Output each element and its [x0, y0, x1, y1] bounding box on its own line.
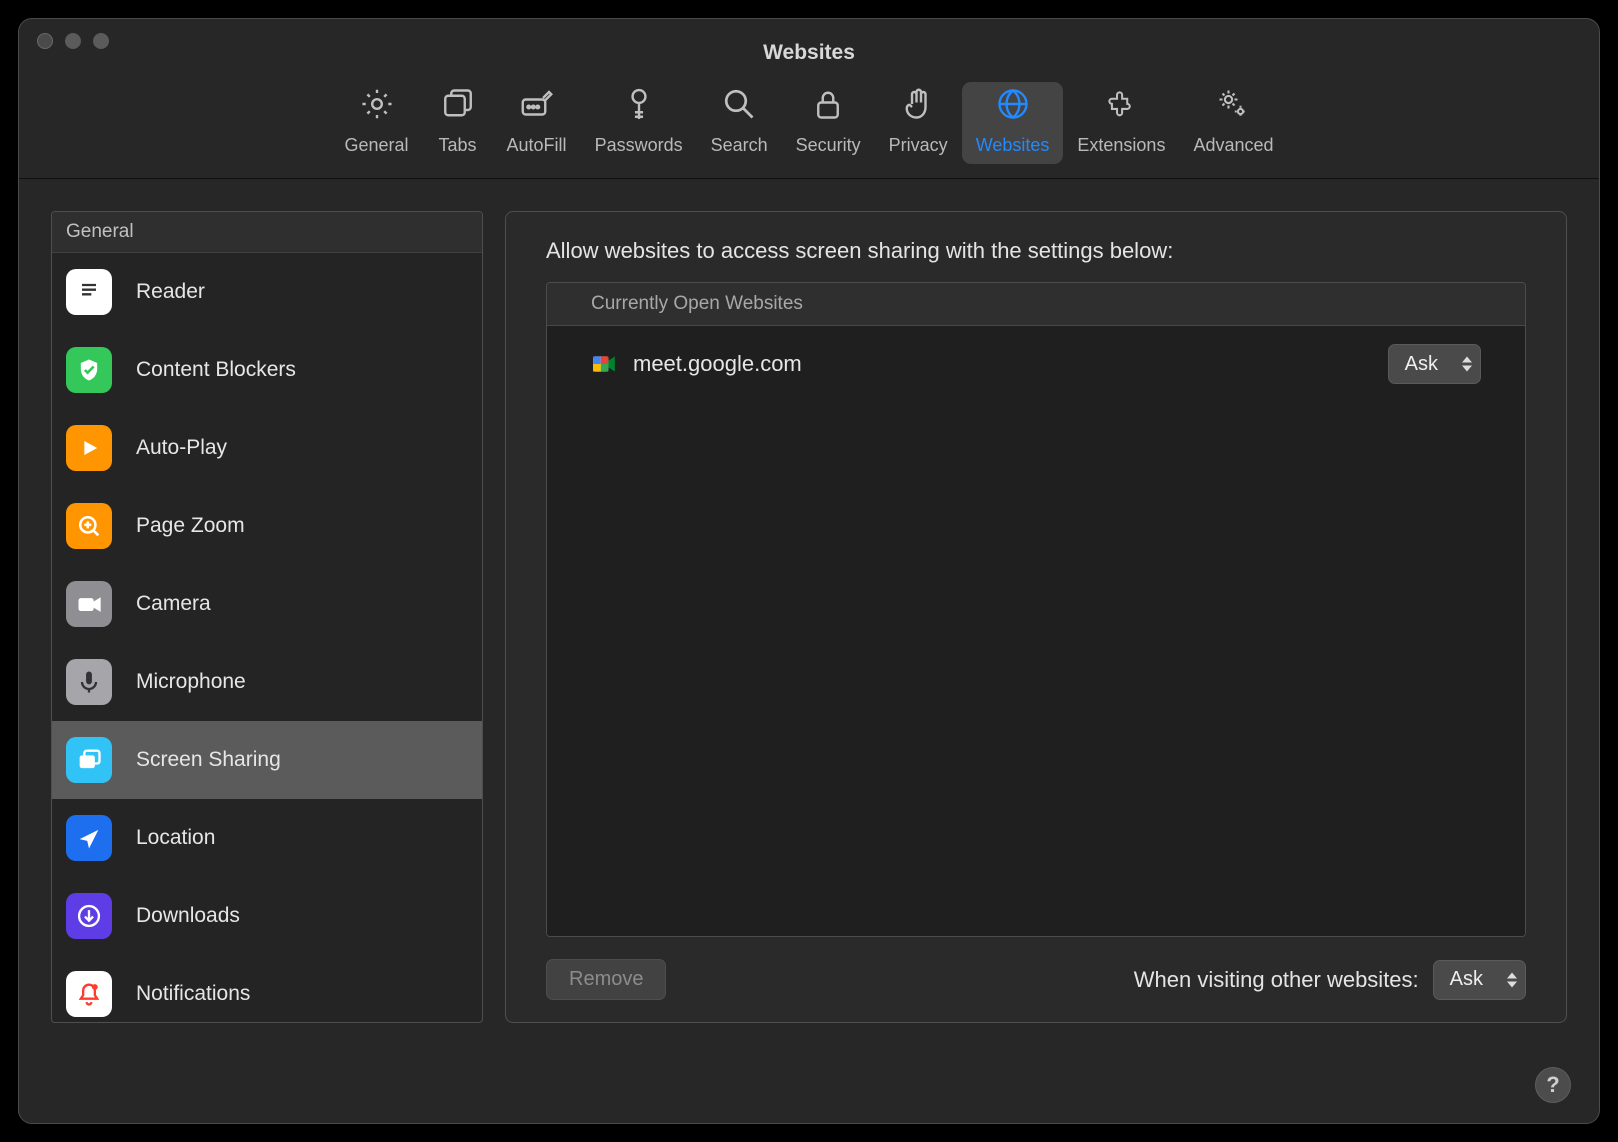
tabs-icon: [440, 86, 476, 127]
preferences-window: Websites General Tabs AutoFill Pass: [18, 18, 1600, 1124]
hand-icon: [900, 86, 936, 127]
dropdown-value: Ask: [1450, 968, 1483, 991]
other-websites-label: When visiting other websites:: [1134, 967, 1419, 993]
website-row[interactable]: meet.google.com Ask: [547, 326, 1525, 402]
meet-favicon-icon: [591, 351, 617, 377]
lock-icon: [810, 86, 846, 127]
location-arrow-icon: [66, 815, 112, 861]
zoom-in-icon: [66, 503, 112, 549]
sidebar-item-label: Location: [136, 826, 215, 850]
bell-icon: [66, 971, 112, 1017]
panel-footer: Remove When visiting other websites: Ask: [546, 959, 1526, 1000]
tab-websites[interactable]: Websites: [962, 82, 1064, 164]
sidebar-item-downloads[interactable]: Downloads: [52, 877, 482, 955]
tab-autofill[interactable]: AutoFill: [493, 82, 581, 164]
gears-icon: [1215, 86, 1251, 127]
other-websites-dropdown[interactable]: Ask: [1433, 960, 1526, 1000]
chevron-up-down-icon: [1462, 356, 1472, 372]
tab-general[interactable]: General: [330, 82, 422, 164]
sidebar-item-label: Downloads: [136, 904, 240, 928]
sidebar-item-label: Page Zoom: [136, 514, 245, 538]
download-icon: [66, 893, 112, 939]
websites-table-header: Currently Open Websites: [547, 283, 1525, 326]
sidebar-item-content-blockers[interactable]: Content Blockers: [52, 331, 482, 409]
website-setting-dropdown[interactable]: Ask: [1388, 344, 1481, 384]
tab-passwords[interactable]: Passwords: [581, 82, 697, 164]
tab-security[interactable]: Security: [782, 82, 875, 164]
sidebar-item-label: Auto-Play: [136, 436, 227, 460]
globe-icon: [995, 86, 1031, 127]
puzzle-icon: [1103, 86, 1139, 127]
sidebar-item-label: Reader: [136, 280, 205, 304]
sidebar-item-label: Content Blockers: [136, 358, 296, 382]
preferences-toolbar: General Tabs AutoFill Passwords Search: [19, 62, 1599, 179]
detail-panel: Allow websites to access screen sharing …: [505, 211, 1567, 1023]
dropdown-value: Ask: [1405, 353, 1438, 376]
tab-tabs[interactable]: Tabs: [423, 82, 493, 164]
tab-search[interactable]: Search: [697, 82, 782, 164]
reader-icon: [66, 269, 112, 315]
panel-heading: Allow websites to access screen sharing …: [546, 238, 1526, 264]
content-area: General Reader Content Blockers: [19, 179, 1599, 1123]
tab-privacy[interactable]: Privacy: [875, 82, 962, 164]
sidebar-section-header: General: [52, 212, 482, 253]
sidebar-item-label: Screen Sharing: [136, 748, 281, 772]
sidebar-item-reader[interactable]: Reader: [52, 253, 482, 331]
window-title: Websites: [19, 41, 1599, 65]
sidebar-item-auto-play[interactable]: Auto-Play: [52, 409, 482, 487]
sidebar-item-camera[interactable]: Camera: [52, 565, 482, 643]
tab-advanced[interactable]: Advanced: [1179, 82, 1287, 164]
question-mark-icon: ?: [1546, 1072, 1559, 1098]
key-icon: [621, 86, 657, 127]
sidebar-item-label: Microphone: [136, 670, 246, 694]
sidebar-item-label: Camera: [136, 592, 211, 616]
camera-icon: [66, 581, 112, 627]
sidebar-item-microphone[interactable]: Microphone: [52, 643, 482, 721]
microphone-icon: [66, 659, 112, 705]
websites-table-body: meet.google.com Ask: [547, 326, 1525, 936]
websites-table: Currently Open Websites meet.google.com …: [546, 282, 1526, 937]
sidebar-list: Reader Content Blockers Auto-Play: [52, 253, 482, 1023]
sidebar-item-location[interactable]: Location: [52, 799, 482, 877]
chevron-up-down-icon: [1507, 972, 1517, 988]
help-button[interactable]: ?: [1535, 1067, 1571, 1103]
sidebar-item-screen-sharing[interactable]: Screen Sharing: [52, 721, 482, 799]
autofill-pencil-icon: [519, 86, 555, 127]
search-icon: [721, 86, 757, 127]
sidebar-item-label: Notifications: [136, 982, 250, 1006]
titlebar: Websites: [19, 19, 1599, 62]
website-domain: meet.google.com: [633, 351, 1388, 377]
screen-sharing-icon: [66, 737, 112, 783]
gear-icon: [359, 86, 395, 127]
remove-button[interactable]: Remove: [546, 959, 666, 1000]
tab-extensions[interactable]: Extensions: [1063, 82, 1179, 164]
settings-sidebar: General Reader Content Blockers: [51, 211, 483, 1023]
sidebar-item-page-zoom[interactable]: Page Zoom: [52, 487, 482, 565]
shield-check-icon: [66, 347, 112, 393]
sidebar-item-notifications[interactable]: Notifications: [52, 955, 482, 1023]
play-icon: [66, 425, 112, 471]
